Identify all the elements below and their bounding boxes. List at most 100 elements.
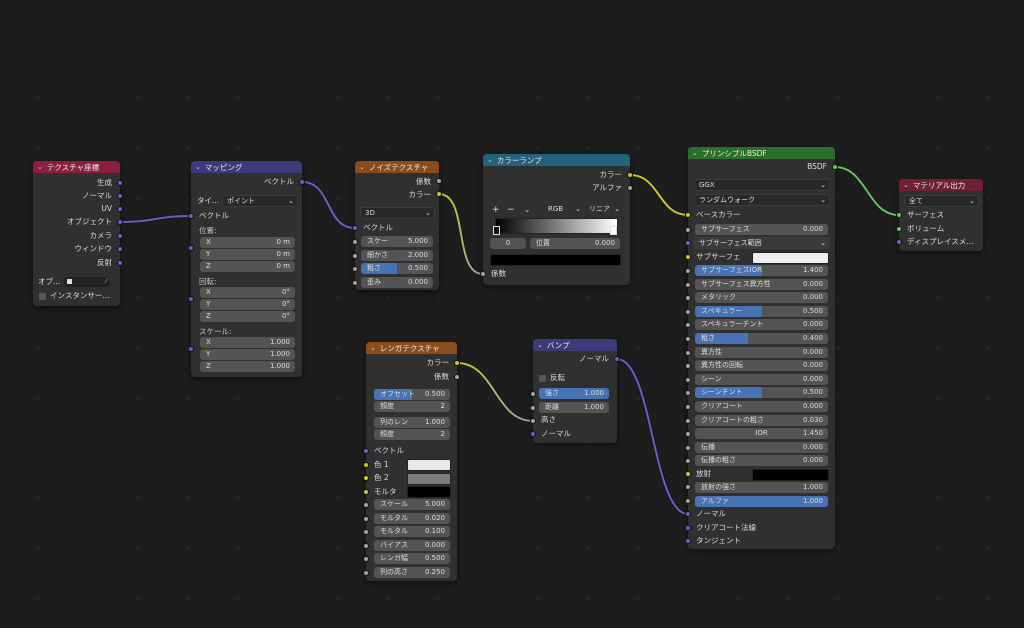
offset-field[interactable]: オフセット 0.500 (374, 389, 450, 400)
socket-mortar-in[interactable] (363, 489, 369, 495)
transmission-roughness-field[interactable]: 伝播の粗さ 0.000 (695, 455, 828, 467)
color-ramp-node[interactable]: ⌄ カラーランプ カラー アルファ + − ⌄ RGB ⌄ リニア ⌄ 0 位置 0.0… (483, 154, 630, 285)
emission-strength-field[interactable]: 放射の強さ 1.000 (695, 482, 828, 493)
scale-y-field[interactable]: Y 1.000 (200, 349, 295, 360)
noise-scale-field[interactable]: スケー 5.000 (361, 236, 433, 247)
subsurface-radius-dropdown[interactable]: サブサーフェス範囲 ⌄ (694, 237, 830, 249)
roughness-field[interactable]: 粗さ 0.400 (695, 333, 828, 344)
socket-emission-strength-in[interactable] (685, 484, 691, 490)
socket-window[interactable] (117, 246, 123, 252)
rotation-x-field[interactable]: X 0° (200, 287, 295, 298)
scale-x-field[interactable]: X 1.000 (200, 337, 295, 348)
sheen-field[interactable]: シーン 0.000 (695, 373, 828, 385)
socket-fac-out[interactable] (436, 178, 442, 184)
socket-camera[interactable] (117, 233, 123, 239)
socket-fac-in[interactable] (480, 271, 486, 277)
node-header[interactable]: ⌄ カラーランプ (483, 154, 630, 166)
chevron-down-icon[interactable]: ⌄ (487, 156, 493, 164)
socket-height-in[interactable] (530, 418, 536, 424)
clearcoat-roughness-field[interactable]: クリアコートの粗さ 0.030 (695, 414, 828, 426)
node-header[interactable]: ⌄ バンプ (533, 339, 617, 351)
socket-color2-in[interactable] (363, 475, 369, 481)
socket-roughness-in[interactable] (352, 266, 358, 272)
link-ramp-to-bsdf[interactable] (629, 173, 689, 217)
noise-roughness-field[interactable]: 粗さ 0.500 (361, 263, 433, 274)
location-z-field[interactable]: Z 0 m (200, 261, 295, 272)
socket-scale-in[interactable] (188, 346, 194, 352)
socket-roughness-in[interactable] (685, 336, 691, 342)
socket-location-in[interactable] (188, 245, 194, 251)
subsurface-ior-field[interactable]: サブサーフェスIOR 1.400 (695, 265, 828, 276)
socket-subsurface-color-in[interactable] (685, 254, 691, 260)
socket-brick-mortar-smooth-in[interactable] (363, 529, 369, 535)
socket-clearcoat-roughness-in[interactable] (685, 417, 691, 424)
color1-swatch[interactable] (407, 459, 451, 471)
target-dropdown[interactable]: 全て ⌄ (904, 195, 979, 207)
subsurface-field[interactable]: サブサーフェス 0.000 (695, 224, 828, 235)
stop-color-swatch[interactable] (490, 254, 621, 266)
mapping-node[interactable]: ⌄ マッピング ベクトル タイ... ポイント ⌄ ベクトル 位置: X0 m Y0… (191, 161, 302, 377)
socket-scale-in[interactable] (352, 239, 358, 245)
socket-vector-in[interactable] (188, 213, 194, 219)
invert-checkbox[interactable] (539, 375, 546, 382)
offset-frequency-field[interactable]: 頻度 2 (374, 401, 450, 412)
chevron-down-icon[interactable]: ⌄ (692, 149, 698, 157)
scale-z-field[interactable]: Z 1.000 (200, 361, 295, 372)
socket-object[interactable] (117, 219, 123, 225)
dimension-dropdown[interactable]: 3D ⌄ (360, 207, 435, 219)
socket-clearcoat-in[interactable] (685, 404, 691, 410)
socket-subsurface-anisotropy-in[interactable] (685, 281, 691, 288)
rotation-y-field[interactable]: Y 0° (200, 299, 295, 310)
color2-swatch[interactable] (407, 473, 451, 485)
ramp-stop-white[interactable] (610, 226, 617, 235)
add-stop-button[interactable]: + (492, 204, 500, 216)
ramp-menu-icon[interactable]: ⌄ (524, 204, 530, 216)
object-picker[interactable]: ⁄ (64, 277, 110, 287)
socket-color-out[interactable] (454, 360, 460, 366)
squash-frequency-field[interactable]: 頻度 2 (374, 429, 450, 440)
socket-normal-in[interactable] (530, 431, 536, 437)
socket-clearcoat-normal-in[interactable] (685, 525, 691, 531)
anisotropic-rotation-field[interactable]: 異方性の回転 0.000 (695, 360, 828, 372)
link-brick-to-bump[interactable] (456, 361, 534, 423)
rotation-z-field[interactable]: Z 0° (200, 311, 295, 322)
instancer-checkbox[interactable] (39, 293, 46, 300)
socket-normal[interactable] (117, 193, 123, 199)
socket-brick-brick-width-in[interactable] (363, 556, 369, 562)
subsurface-method-dropdown[interactable]: ランダムウォーク ⌄ (694, 194, 830, 206)
socket-base-color-in[interactable] (685, 212, 691, 218)
brick-bias-field[interactable]: バイアス 0.000 (374, 539, 450, 551)
strength-field[interactable]: 強さ 1.000 (539, 388, 609, 399)
noise-texture-node[interactable]: ⌄ ノイズテクスチャ 係数 カラー 3D ⌄ ベクトル スケー 5.000 細かさ 2.… (355, 161, 439, 290)
node-header[interactable]: ⌄ テクスチャ座標 (33, 161, 120, 173)
socket-brick-mortar-size-in[interactable] (363, 515, 369, 522)
socket-detail-in[interactable] (352, 253, 358, 259)
node-header[interactable]: ⌄ マッピング (191, 161, 302, 173)
socket-bsdf-out[interactable] (832, 164, 838, 170)
socket-rotation-in[interactable] (188, 296, 194, 302)
socket-normal-in[interactable] (685, 511, 691, 517)
socket-reflection[interactable] (117, 260, 123, 266)
chevron-down-icon[interactable]: ⌄ (359, 163, 365, 171)
socket-distortion-in[interactable] (352, 280, 358, 286)
socket-vector-in[interactable] (363, 448, 369, 454)
socket-volume-in[interactable] (896, 226, 902, 232)
link-mapping-to-noise[interactable] (301, 180, 356, 230)
socket-surface-in[interactable] (896, 212, 902, 218)
noise-detail-field[interactable]: 細かさ 2.000 (361, 250, 433, 261)
node-header[interactable]: ⌄ プリンシプルBSDF (688, 147, 835, 159)
socket-anisotropic-in[interactable] (685, 349, 691, 356)
anisotropic-field[interactable]: 異方性 0.000 (695, 346, 828, 358)
socket-distance-in[interactable] (530, 405, 536, 411)
distribution-dropdown[interactable]: GGX ⌄ (694, 179, 830, 191)
chevron-down-icon[interactable]: ⌄ (37, 163, 43, 171)
stop-index-field[interactable]: 0 (490, 238, 526, 249)
brick-brick-width-field[interactable]: レンガ幅 0.500 (374, 553, 450, 564)
link-bsdf-to-output[interactable] (834, 165, 900, 217)
socket-color-out[interactable] (436, 191, 442, 197)
socket-fac-out[interactable] (454, 374, 460, 380)
eyedropper-icon[interactable]: ⁄ (106, 277, 107, 285)
mapping-type-dropdown[interactable]: ポイント ⌄ (222, 195, 298, 207)
link-noise-to-ramp[interactable] (438, 192, 484, 276)
alpha-field[interactable]: アルファ 1.000 (695, 496, 828, 507)
